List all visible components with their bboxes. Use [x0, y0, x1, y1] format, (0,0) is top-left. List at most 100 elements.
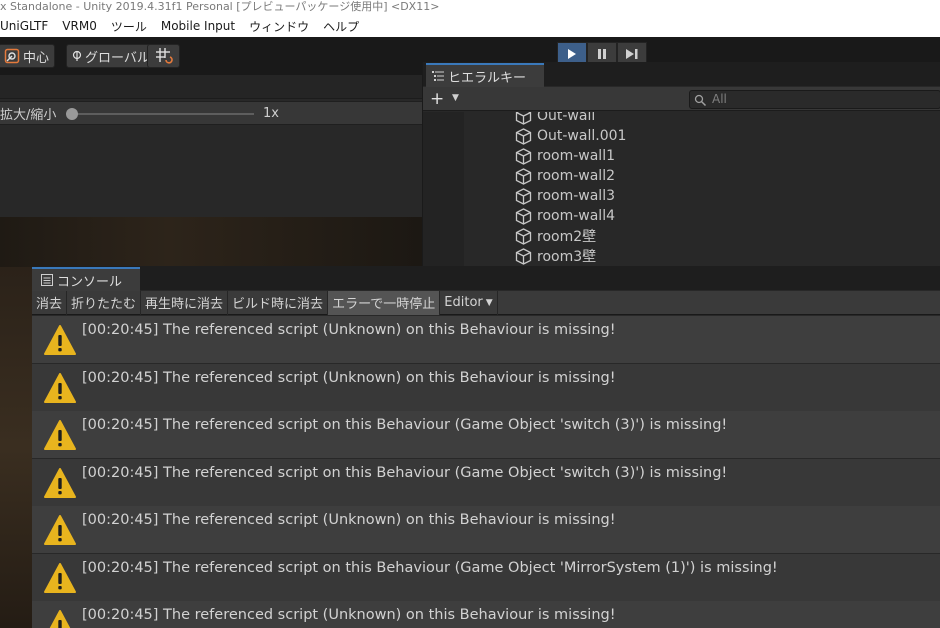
hierarchy-item[interactable]: room2壁 [515, 226, 596, 246]
grid-snap-button[interactable] [147, 44, 180, 68]
clear-button[interactable]: 消去 [32, 290, 68, 315]
console-log-row[interactable]: [00:20:45] The referenced script (Unknow… [32, 601, 940, 628]
unity-editor-window: x Standalone - Unity 2019.4.31f1 Persona… [0, 0, 940, 628]
game-view-background [0, 217, 422, 267]
hierarchy-item[interactable]: room-wall4 [515, 206, 615, 226]
step-icon [626, 49, 638, 59]
hierarchy-toolbar: + ▼ All [423, 87, 940, 111]
hierarchy-tab-label: ヒエラルキー [448, 70, 527, 86]
warning-icon [44, 325, 76, 355]
console-log-row[interactable]: [00:20:45] The referenced script on this… [32, 411, 940, 458]
hierarchy-tabbar: ヒエラルキー [423, 62, 940, 87]
hierarchy-item[interactable]: room-wall2 [515, 166, 615, 186]
gameobject-cube-icon [515, 147, 532, 165]
hierarchy-panel: ヒエラルキー + ▼ All Out-wall Out-wall.001 room-… [422, 62, 940, 266]
editor-dropdown-label: Editor [444, 295, 483, 310]
pivot-icon [4, 48, 20, 64]
menu-item-window[interactable]: ウィンドウ [249, 18, 309, 35]
hierarchy-search-input[interactable]: All [689, 90, 940, 109]
zoom-slider-thumb[interactable] [66, 108, 78, 120]
menu-item-mobile-input[interactable]: Mobile Input [161, 19, 235, 33]
warning-icon [44, 467, 76, 498]
grid-snap-icon [155, 48, 173, 64]
menu-item-help[interactable]: ヘルプ [323, 18, 359, 35]
console-log-row[interactable]: [00:20:45] The referenced script (Unknow… [32, 363, 940, 411]
add-object-button[interactable]: + [430, 89, 444, 109]
list-icon [432, 71, 444, 81]
log-message: [00:20:45] The referenced script (Unknow… [82, 369, 616, 386]
hierarchy-item-label: room3壁 [537, 249, 597, 265]
search-icon [694, 94, 707, 107]
clear-on-build-button[interactable]: ビルド時に消去 [228, 290, 329, 315]
warning-icon [44, 372, 76, 403]
tab-console[interactable]: コンソール [32, 267, 140, 291]
tab-hierarchy[interactable]: ヒエラルキー [426, 63, 544, 87]
console-log-list: [00:20:45] The referenced script (Unknow… [32, 316, 940, 628]
menu-item-vrm0[interactable]: VRM0 [62, 19, 97, 33]
space-label: グローバル [85, 50, 150, 66]
hierarchy-gutter [423, 112, 464, 266]
space-toggle-button[interactable]: グローバル [66, 44, 156, 68]
log-message: [00:20:45] The referenced script on this… [82, 464, 728, 481]
zoom-value: 1x [263, 106, 279, 121]
log-message: [00:20:45] The referenced script on this… [82, 417, 728, 433]
gameobject-cube-icon [515, 112, 532, 125]
scene-view-tabbar [0, 75, 422, 99]
console-icon [41, 274, 53, 286]
console-log-row[interactable]: [00:20:45] The referenced script on this… [32, 458, 940, 506]
hierarchy-item-label: room-wall1 [537, 148, 615, 164]
menu-item-tools[interactable]: ツール [111, 18, 147, 35]
hierarchy-item[interactable]: Out-wall.001 [515, 126, 626, 146]
pivot-toggle-button[interactable]: 中心 [0, 44, 56, 68]
pivot-label: 中心 [23, 50, 50, 66]
zoom-slider-track[interactable] [70, 113, 254, 115]
gameobject-cube-icon [515, 247, 532, 265]
scene-view-panel: 拡大/縮小 1x [0, 75, 422, 217]
gameobject-cube-icon [515, 187, 532, 205]
console-log-row[interactable]: [00:20:45] The referenced script on this… [32, 553, 940, 601]
console-tabbar: コンソール [32, 266, 940, 291]
console-tab-label: コンソール [57, 274, 123, 290]
menu-item-unigltf[interactable]: UniGLTF [0, 19, 48, 33]
pause-icon [598, 49, 606, 59]
chevron-down-icon: ▼ [485, 297, 493, 308]
hierarchy-item[interactable]: Out-wall [515, 112, 595, 126]
warning-icon [44, 420, 76, 450]
chevron-down-icon[interactable]: ▼ [452, 93, 459, 103]
hierarchy-list: Out-wall Out-wall.001 room-wall1 room-wall2… [423, 112, 940, 266]
clear-on-play-button[interactable]: 再生時に消去 [141, 290, 229, 315]
collapse-button[interactable]: 折りたたむ [67, 290, 142, 315]
gameobject-cube-icon [515, 207, 532, 225]
hierarchy-item-label: room2壁 [537, 229, 597, 245]
hierarchy-item-label: room-wall4 [537, 208, 615, 224]
log-message: [00:20:45] The referenced script (Unknow… [82, 322, 616, 338]
hierarchy-item-label: room-wall2 [537, 168, 615, 184]
hierarchy-item-label: Out-wall [537, 112, 596, 124]
editor-dropdown[interactable]: Editor ▼ [440, 290, 498, 315]
menu-bar: UniGLTF VRM0 ツール Mobile Input ウィンドウ ヘルプ [0, 15, 940, 37]
hierarchy-item[interactable]: room-wall3 [515, 186, 615, 206]
gameobject-cube-icon [515, 227, 532, 245]
play-icon [568, 49, 576, 59]
error-pause-button[interactable]: エラーで一時停止 [328, 290, 441, 315]
console-toolbar: 消去 折りたたむ 再生時に消去 ビルド時に消去 エラーで一時停止 Editor … [32, 290, 940, 315]
gameobject-cube-icon [515, 127, 532, 145]
global-icon [72, 50, 82, 61]
console-log-row[interactable]: [00:20:45] The referenced script (Unknow… [32, 316, 940, 363]
log-message: [00:20:45] The referenced script on this… [82, 559, 778, 576]
zoom-label: 拡大/縮小 [0, 107, 57, 123]
game-zoom-row: 拡大/縮小 1x [0, 101, 422, 125]
console-panel: コンソール 消去 折りたたむ 再生時に消去 ビルド時に消去 エラーで一時停止 E… [32, 266, 940, 628]
hierarchy-item-label: room-wall3 [537, 188, 615, 204]
window-title: x Standalone - Unity 2019.4.31f1 Persona… [0, 0, 940, 15]
console-log-row[interactable]: [00:20:45] The referenced script (Unknow… [32, 506, 940, 553]
game-view-edge [0, 267, 32, 628]
log-message: [00:20:45] The referenced script (Unknow… [82, 607, 616, 623]
hierarchy-item-label: Out-wall.001 [537, 128, 627, 144]
warning-icon [44, 562, 76, 593]
warning-icon [44, 515, 76, 545]
warning-icon [49, 610, 71, 628]
hierarchy-item[interactable]: room3壁 [515, 246, 596, 266]
log-message: [00:20:45] The referenced script (Unknow… [82, 512, 616, 528]
hierarchy-item[interactable]: room-wall1 [515, 146, 615, 166]
